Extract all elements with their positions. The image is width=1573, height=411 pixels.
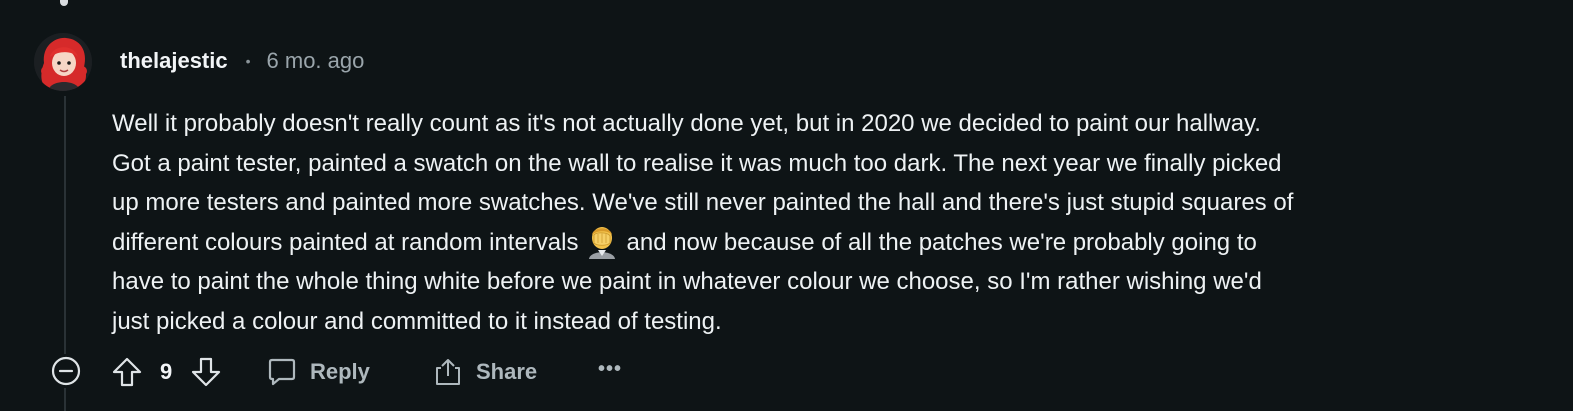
comment-actions: 9 Reply Share ••• — [0, 350, 800, 394]
comment-text: and now because of all the patches we're… — [626, 228, 1257, 256]
share-upload-icon — [436, 359, 460, 385]
red-haired-avatar-icon — [34, 33, 92, 91]
vote-count: 9 — [160, 359, 173, 384]
facepalm-emoji-icon — [588, 226, 615, 259]
timestamp[interactable]: 6 mo. ago — [267, 48, 365, 74]
reply-label: Reply — [310, 359, 370, 384]
avatar[interactable] — [34, 33, 92, 91]
comment-text: different colours painted at random inte… — [112, 228, 579, 256]
reply-button[interactable]: Reply — [266, 354, 370, 390]
comment-line: different colours painted at random inte… — [112, 223, 1552, 263]
comment-body: Well it probably doesn't really count as… — [112, 104, 1552, 342]
meta-separator: • — [245, 53, 251, 69]
comment-line: have to paint the whole thing white befo… — [112, 268, 1262, 296]
parent-thread-marker — [60, 0, 68, 6]
share-button[interactable]: Share — [432, 354, 537, 390]
upvote-arrow-icon — [112, 357, 142, 387]
upvote-button[interactable] — [111, 356, 143, 388]
comment-line: Got a paint tester, painted a swatch on … — [112, 149, 1282, 177]
comment-line: up more testers and painted more swatche… — [112, 189, 1294, 217]
more-options-button[interactable]: ••• — [598, 359, 626, 384]
comment: thelajestic • 6 mo. ago Well it probably… — [0, 0, 1573, 411]
comment-meta: thelajestic • 6 mo. ago — [120, 46, 364, 76]
comment-line: Well it probably doesn't really count as… — [112, 110, 1261, 137]
username[interactable]: thelajestic — [120, 48, 228, 74]
thread-line[interactable] — [64, 96, 66, 354]
downvote-button[interactable] — [190, 356, 222, 388]
share-label: Share — [476, 359, 538, 384]
speech-bubble-icon — [268, 358, 296, 386]
collapse-button[interactable] — [50, 355, 82, 387]
downvote-arrow-icon — [191, 357, 221, 387]
minus-circle-icon — [51, 356, 81, 386]
comment-line: just picked a colour and committed to it… — [112, 307, 722, 335]
